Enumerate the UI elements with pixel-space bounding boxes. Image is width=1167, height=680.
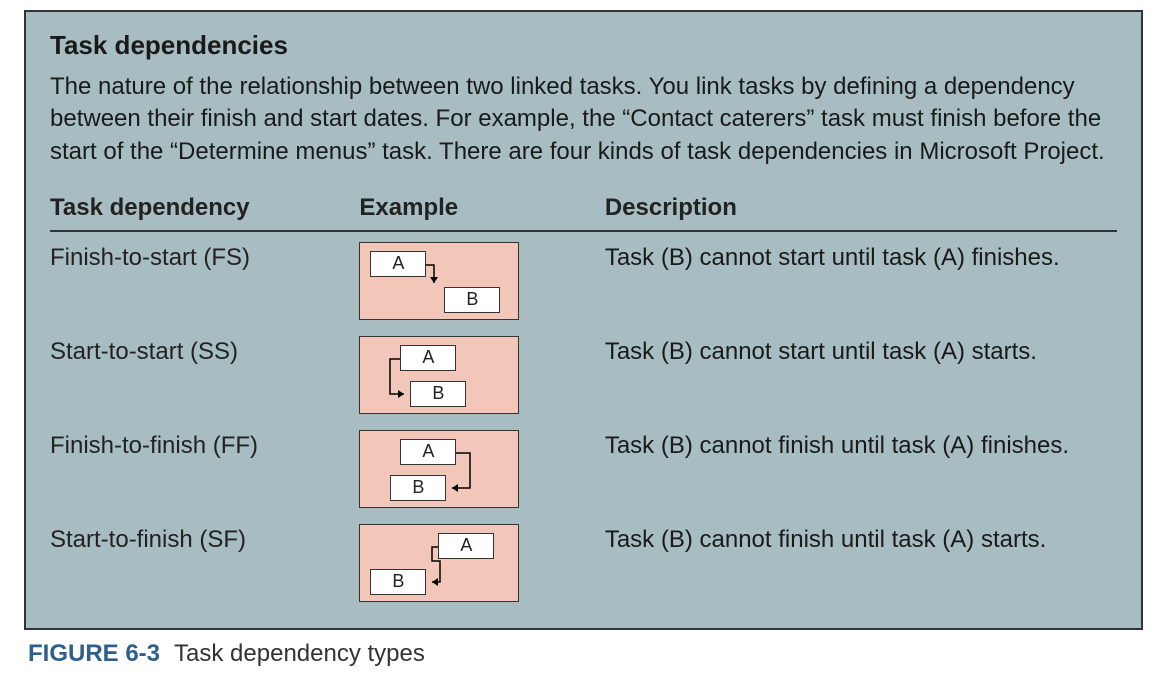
example-cell: A B bbox=[359, 420, 604, 514]
dependency-table: Task dependency Example Description Fini… bbox=[50, 186, 1117, 608]
bar-a: A bbox=[400, 439, 456, 465]
example-cell: A B bbox=[359, 514, 604, 608]
figure-wrapper: Task dependencies The nature of the rela… bbox=[0, 0, 1167, 680]
bar-a: A bbox=[438, 533, 494, 559]
diagram-ff: A B bbox=[359, 430, 519, 508]
dependency-description: Task (B) cannot finish until task (A) fi… bbox=[605, 420, 1117, 514]
bar-b: B bbox=[370, 569, 426, 595]
panel-intro: The nature of the relationship between t… bbox=[50, 71, 1117, 168]
dependency-panel: Task dependencies The nature of the rela… bbox=[24, 10, 1143, 630]
diagram-fs: A B bbox=[359, 242, 519, 320]
figure-caption: FIGURE 6-3 Task dependency types bbox=[24, 630, 1143, 668]
table-row: Finish-to-finish (FF) A B Task (B) canno… bbox=[50, 420, 1117, 514]
bar-b: B bbox=[390, 475, 446, 501]
dependency-name: Start-to-start (SS) bbox=[50, 326, 359, 420]
bar-a: A bbox=[370, 251, 426, 277]
table-row: Finish-to-start (FS) A B Task (B) cannot… bbox=[50, 231, 1117, 326]
dependency-description: Task (B) cannot start until task (A) fin… bbox=[605, 231, 1117, 326]
example-cell: A B bbox=[359, 326, 604, 420]
col-header-dependency: Task dependency bbox=[50, 186, 359, 231]
col-header-example: Example bbox=[359, 186, 604, 231]
example-cell: A B bbox=[359, 231, 604, 326]
dependency-name: Start-to-finish (SF) bbox=[50, 514, 359, 608]
figure-caption-text: Task dependency types bbox=[174, 640, 425, 667]
dependency-name: Finish-to-finish (FF) bbox=[50, 420, 359, 514]
dependency-description: Task (B) cannot finish until task (A) st… bbox=[605, 514, 1117, 608]
panel-title: Task dependencies bbox=[50, 30, 1117, 61]
bar-b: B bbox=[444, 287, 500, 313]
bar-b: B bbox=[410, 381, 466, 407]
diagram-sf: A B bbox=[359, 524, 519, 602]
col-header-description: Description bbox=[605, 186, 1117, 231]
bar-a: A bbox=[400, 345, 456, 371]
figure-number: FIGURE 6-3 bbox=[28, 640, 160, 667]
table-row: Start-to-finish (SF) A B Task (B) cannot… bbox=[50, 514, 1117, 608]
table-row: Start-to-start (SS) A B Task (B) cannot … bbox=[50, 326, 1117, 420]
dependency-name: Finish-to-start (FS) bbox=[50, 231, 359, 326]
dependency-description: Task (B) cannot start until task (A) sta… bbox=[605, 326, 1117, 420]
diagram-ss: A B bbox=[359, 336, 519, 414]
